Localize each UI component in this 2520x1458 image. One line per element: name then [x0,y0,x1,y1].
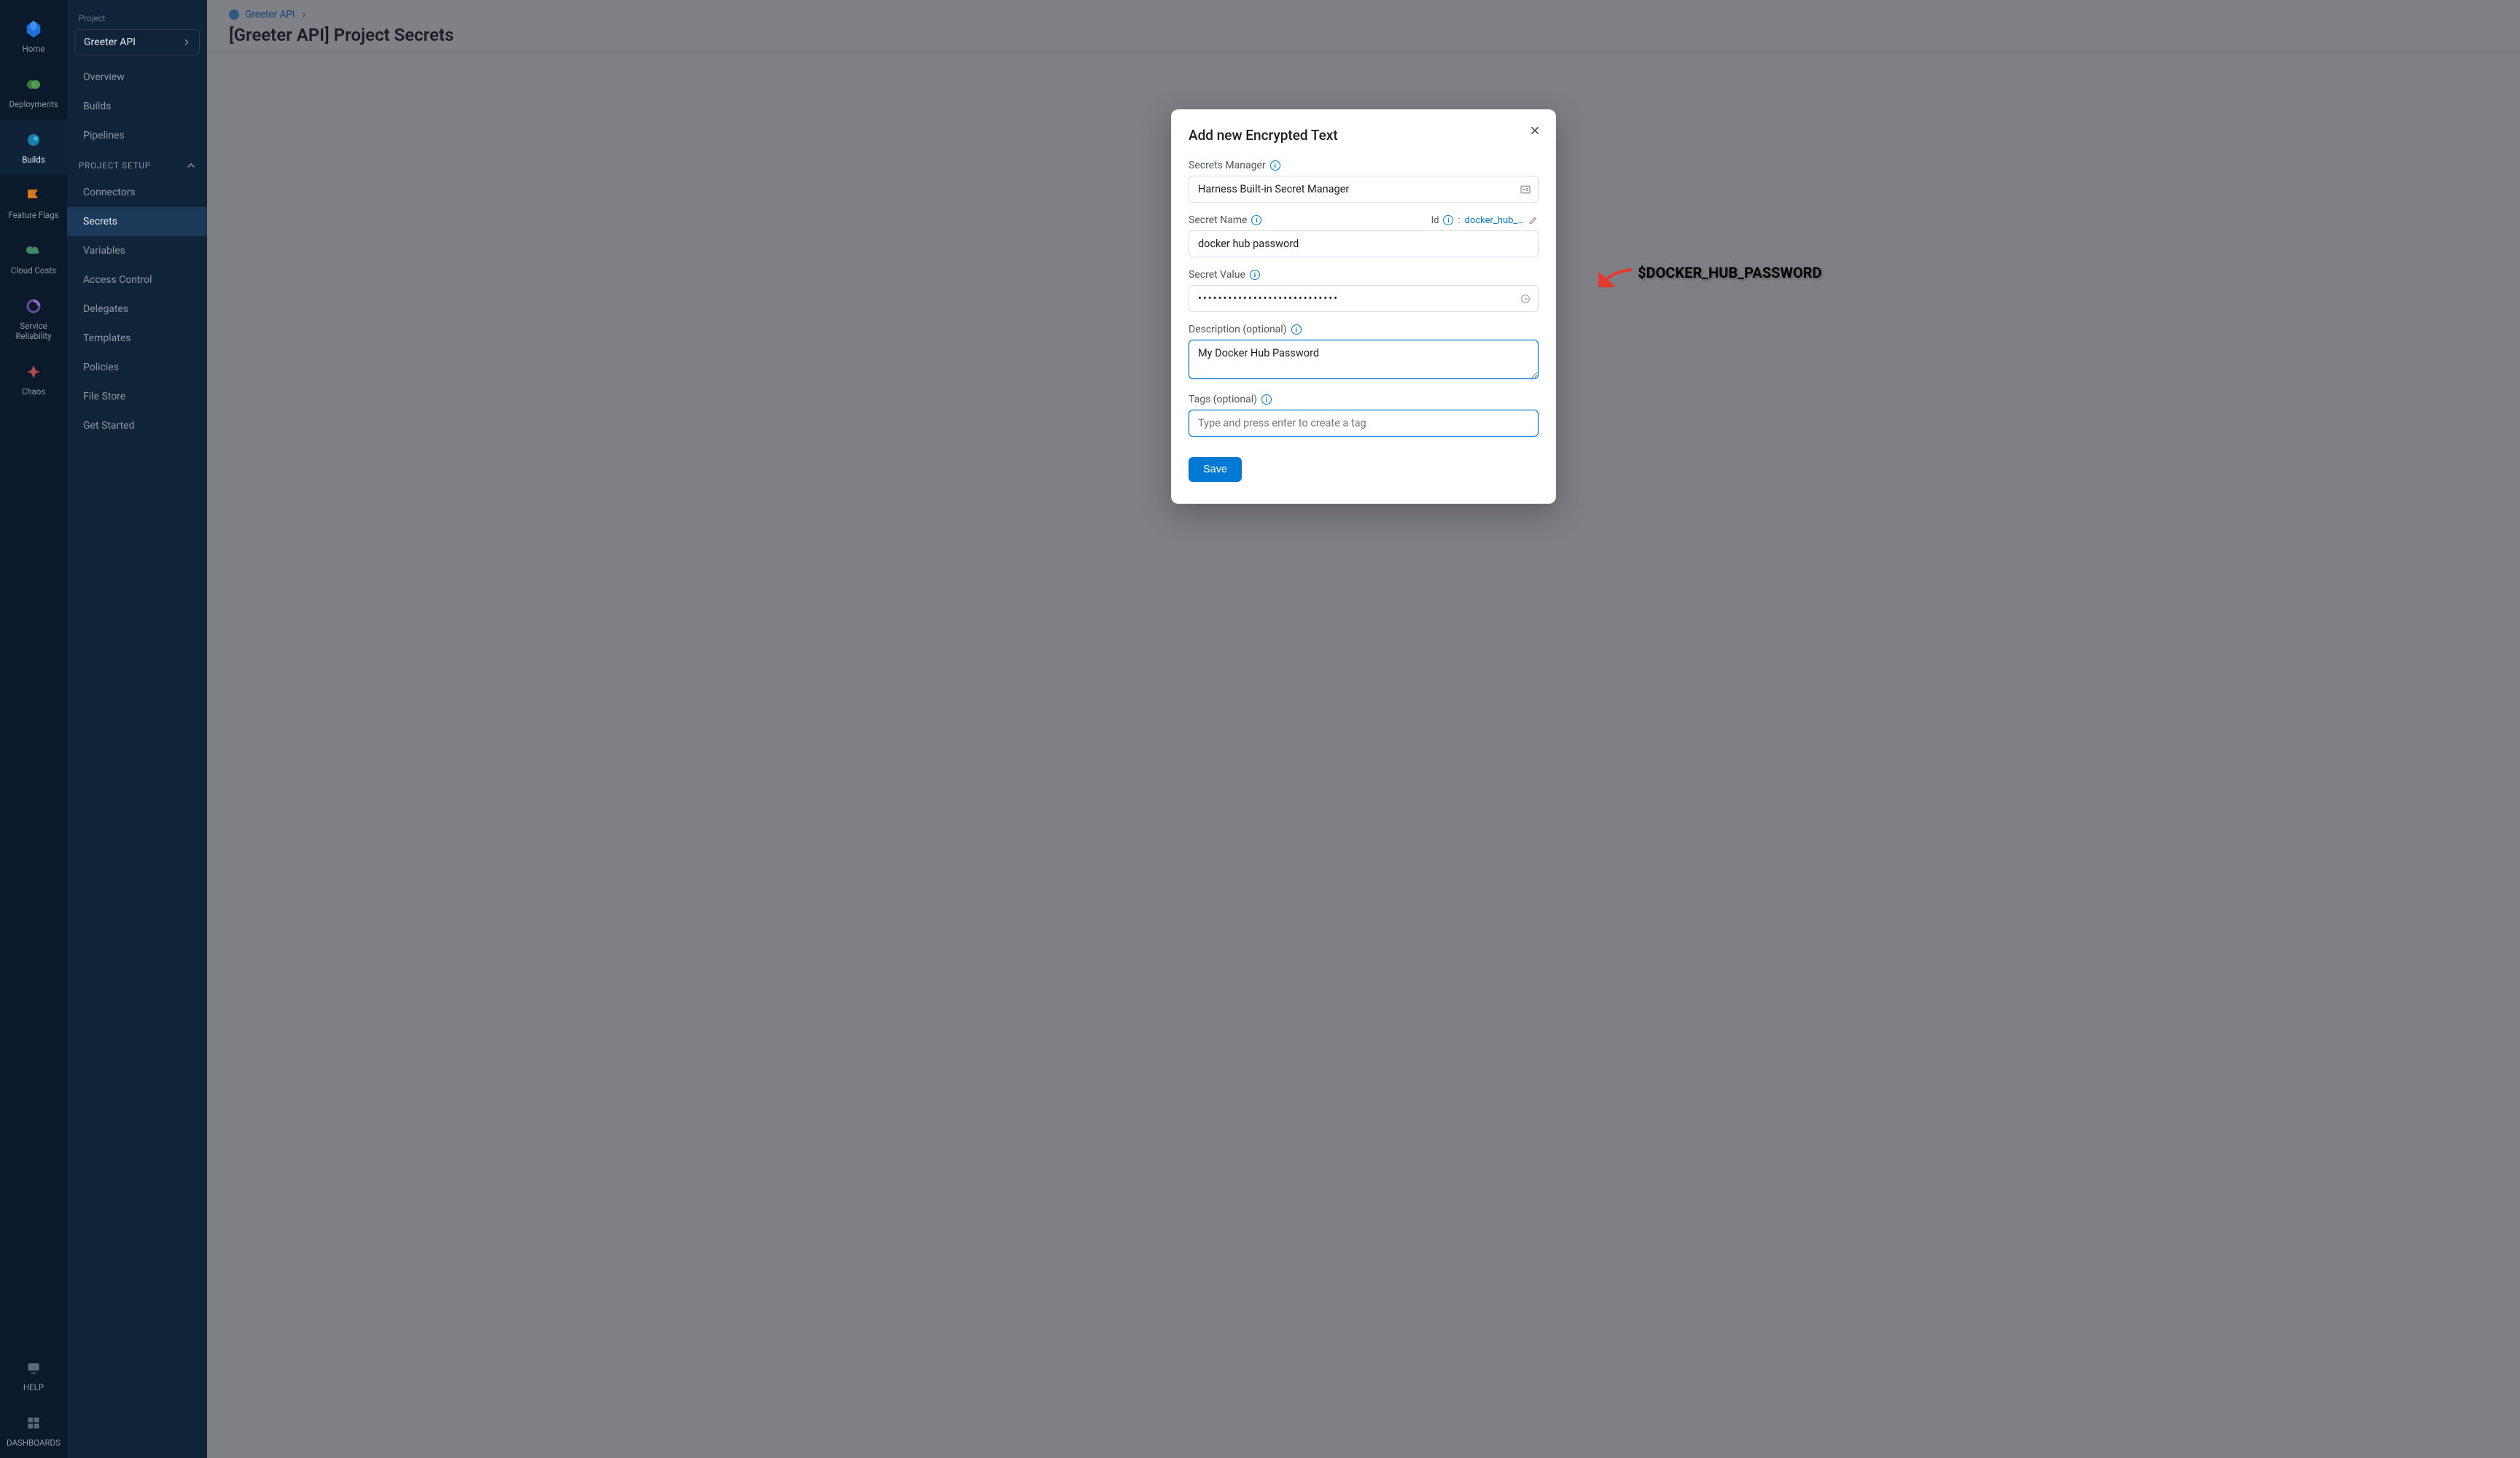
tags-input[interactable] [1189,410,1539,437]
project-selector[interactable]: Greeter API [74,29,200,55]
description-input[interactable] [1189,340,1539,379]
deployments-icon [23,74,44,95]
field-tags: Tags (optional) i [1189,394,1539,437]
sidebar-item-templates[interactable]: Templates [67,324,207,353]
modal-title: Add new Encrypted Text [1189,127,1338,144]
save-button[interactable]: Save [1189,457,1242,482]
iconbar-item-builds[interactable]: Builds [0,120,67,175]
secrets-manager-label: Secrets Manager [1189,160,1266,171]
info-icon[interactable]: i [1270,160,1280,171]
builds-icon [23,130,44,150]
sidebar-item-pipelines[interactable]: Pipelines [67,121,207,150]
secret-value-label: Secret Value [1189,269,1245,281]
iconbar-item-feature-flags[interactable]: Feature Flags [0,175,67,230]
iconbar-item-chaos[interactable]: Chaos [0,351,67,407]
secret-value-input[interactable] [1189,285,1539,312]
edit-id-icon[interactable] [1528,215,1539,225]
info-icon[interactable]: i [1250,270,1260,280]
app-root: Home Deployments Builds Feature Flags Cl… [0,0,2520,1458]
close-icon [1530,125,1540,136]
sidebar-item-overview[interactable]: Overview [67,63,207,92]
secrets-manager-picker-icon[interactable] [1520,184,1531,195]
iconbar-label: Chaos [22,386,46,397]
sidebar-item-builds[interactable]: Builds [67,92,207,121]
group-header-label: PROJECT SETUP [79,160,151,171]
field-label: Tags (optional) i [1189,394,1539,405]
secret-value-type-icon[interactable] [1520,293,1531,305]
sidebar-item-variables[interactable]: Variables [67,236,207,265]
sidebar-item-secrets[interactable]: Secrets [67,207,207,236]
sidebar: Project Greeter API Overview Builds Pipe… [67,0,207,1458]
tags-label: Tags (optional) [1189,394,1257,405]
iconbar-label: Feature Flags [8,210,58,220]
sidebar-item-policies[interactable]: Policies [67,353,207,382]
iconbar: Home Deployments Builds Feature Flags Cl… [0,0,67,1458]
iconbar-item-cloud-costs[interactable]: Cloud Costs [0,230,67,286]
chevron-right-icon [183,39,190,46]
iconbar-label: Home [23,44,45,54]
sidebar-section-label: Project [67,7,207,26]
description-label: Description (optional) [1189,324,1287,335]
help-icon [23,1357,44,1378]
iconbar-label: HELP [23,1382,44,1392]
project-name: Greeter API [84,36,136,48]
sidebar-item-file-store[interactable]: File Store [67,382,207,411]
field-secret-value: Secret Value i [1189,269,1539,312]
sidebar-group-project-setup[interactable]: PROJECT SETUP [67,150,207,178]
info-icon[interactable]: i [1261,394,1272,405]
field-label: Secret Name i Id i : docker_hub_… [1189,214,1539,226]
secret-id-link[interactable]: docker_hub_… [1465,215,1524,226]
field-description: Description (optional) i [1189,324,1539,382]
annotation-arrow-icon [1598,267,1633,287]
iconbar-label: Builds [22,155,45,165]
sidebar-item-get-started[interactable]: Get Started [67,411,207,440]
close-button[interactable] [1527,122,1543,139]
feature-flags-icon [23,185,44,206]
info-icon[interactable]: i [1443,215,1453,225]
sidebar-item-connectors[interactable]: Connectors [67,178,207,207]
annotation-text: $DOCKER_HUB_PASSWORD [1638,264,1821,281]
main: Greeter API [Greeter API] Project Secret… [207,0,2520,1458]
iconbar-label: Deployments [9,99,58,109]
sidebar-item-access-control[interactable]: Access Control [67,265,207,295]
service-reliability-icon [23,296,44,316]
iconbar-item-home[interactable]: Home [0,9,67,64]
iconbar-item-deployments[interactable]: Deployments [0,64,67,120]
field-secrets-manager: Secrets Manager i [1189,160,1539,203]
iconbar-label: DASHBOARDS [7,1438,61,1448]
iconbar-label: Cloud Costs [11,265,56,276]
secret-name-label: Secret Name [1189,214,1247,226]
field-label: Secrets Manager i [1189,160,1539,171]
cloud-costs-icon [23,241,44,261]
chevron-up-icon [187,161,195,170]
info-icon[interactable]: i [1291,324,1302,335]
modal-title-row: Add new Encrypted Text [1189,127,1539,144]
field-label: Secret Value i [1189,269,1539,281]
iconbar-item-dashboards[interactable]: DASHBOARDS [0,1403,67,1458]
field-label: Description (optional) i [1189,324,1539,335]
iconbar-item-help[interactable]: HELP [0,1347,67,1403]
secrets-manager-input[interactable] [1189,176,1539,203]
sidebar-item-delegates[interactable]: Delegates [67,295,207,324]
field-secret-name: Secret Name i Id i : docker_hub_… [1189,214,1539,257]
dashboards-icon [23,1413,44,1433]
harness-logo-icon [23,19,44,39]
modal-backdrop: Add new Encrypted Text Secrets Manager i [207,0,2520,1458]
iconbar-item-service-reliability[interactable]: Service Reliability [0,286,67,351]
add-secret-modal: Add new Encrypted Text Secrets Manager i [1171,109,1556,504]
info-icon[interactable]: i [1251,215,1261,225]
secret-name-input[interactable] [1189,230,1539,257]
chaos-icon [23,362,44,382]
iconbar-label: Service Reliability [3,321,64,341]
secrets-manager-select[interactable] [1189,176,1539,203]
id-label: Id [1431,215,1439,226]
